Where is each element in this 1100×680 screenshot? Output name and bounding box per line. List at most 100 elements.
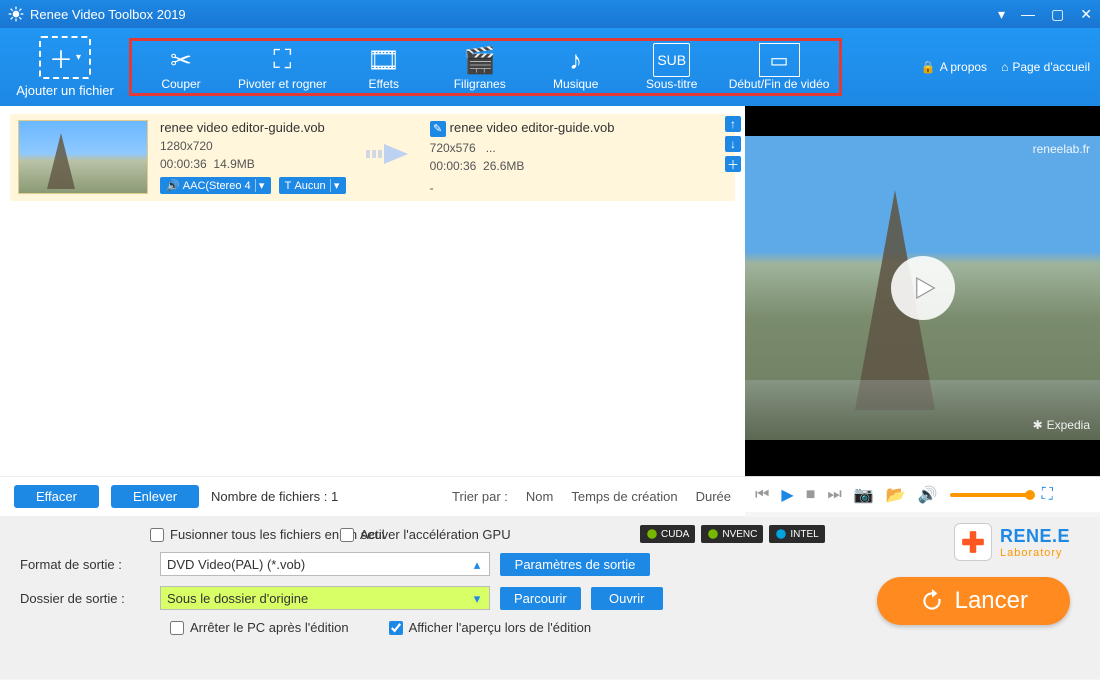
tool-subtitle[interactable]: SUBSous-titre bbox=[633, 43, 711, 91]
tool-effects[interactable]: 🎞Effets bbox=[345, 43, 423, 91]
show-preview-label: Afficher l'aperçu lors de l'édition bbox=[409, 620, 592, 635]
window-maximize-icon[interactable]: ▢ bbox=[1051, 6, 1064, 23]
crop-icon: ⛶ bbox=[273, 43, 291, 77]
player-next-button[interactable]: ⏭ bbox=[827, 486, 841, 504]
watermark-bottom: ✱Expedia bbox=[1033, 418, 1090, 432]
intro-icon: ▭ bbox=[759, 43, 800, 77]
subtitle-icon: SUB bbox=[653, 43, 690, 77]
tool-rotate-crop[interactable]: ⛶Pivoter et rogner bbox=[238, 43, 327, 91]
preview-pane: reneelab.fr ✱Expedia bbox=[745, 106, 1100, 476]
audio-track-dropdown[interactable]: 🔊 AAC(Stereo 4▾ bbox=[160, 177, 271, 194]
brand-logo: RENE.E Laboratory bbox=[954, 523, 1070, 561]
music-note-icon: ♪ bbox=[569, 43, 582, 77]
sort-duration[interactable]: Durée bbox=[696, 489, 731, 504]
move-up-button[interactable]: ↑ bbox=[725, 116, 741, 132]
tool-intro-outro[interactable]: ▭Début/Fin de vidéo bbox=[729, 43, 830, 91]
player-stop-button[interactable]: ■ bbox=[806, 486, 816, 504]
gpu-checkbox[interactable] bbox=[340, 528, 354, 542]
output-resolution: 720x576 ... bbox=[430, 141, 615, 155]
badge-nvenc: NVENC bbox=[701, 525, 763, 543]
add-file-label: Ajouter un fichier bbox=[16, 83, 114, 98]
film-icon: 🎞 bbox=[367, 43, 400, 77]
remove-button[interactable]: Enlever bbox=[111, 485, 199, 508]
home-icon: ⌂ bbox=[1001, 60, 1008, 74]
merge-checkbox[interactable] bbox=[150, 528, 164, 542]
chevron-up-icon[interactable]: ▴ bbox=[469, 557, 485, 573]
launch-button[interactable]: Lancer bbox=[877, 577, 1070, 625]
player-prev-button[interactable]: ⏮ bbox=[755, 486, 769, 504]
browse-button[interactable]: Parcourir bbox=[500, 587, 581, 610]
clear-button[interactable]: Effacer bbox=[14, 485, 99, 508]
tool-watermarks[interactable]: 🎬Filigranes bbox=[441, 43, 519, 91]
file-thumbnail bbox=[18, 120, 148, 194]
shutdown-checkbox[interactable] bbox=[170, 621, 184, 635]
open-button[interactable]: Ouvrir bbox=[591, 587, 663, 610]
chevron-down-icon: ▾ bbox=[330, 179, 340, 192]
add-clip-button[interactable]: ＋ bbox=[725, 156, 741, 172]
file-list: renee video editor-guide.vob 1280x720 00… bbox=[0, 106, 745, 476]
shutdown-label: Arrêter le PC après l'édition bbox=[190, 620, 349, 635]
file-count-label: Nombre de fichiers : 1 bbox=[211, 489, 338, 504]
output-settings-button[interactable]: Paramètres de sortie bbox=[500, 553, 650, 576]
intel-icon bbox=[775, 528, 787, 540]
volume-icon[interactable]: 🔊 bbox=[918, 485, 938, 505]
settings-panel: Fusionner tous les fichiers en un seul A… bbox=[0, 517, 1100, 679]
add-file-icon: ＋▾ bbox=[39, 36, 91, 79]
player-play-button[interactable]: ▶ bbox=[781, 485, 793, 505]
app-title: Renee Video Toolbox 2019 bbox=[30, 7, 998, 22]
sort-name[interactable]: Nom bbox=[526, 489, 553, 504]
fullscreen-button[interactable]: ⛶ bbox=[1042, 486, 1053, 504]
text-icon: T bbox=[285, 180, 292, 192]
volume-slider[interactable] bbox=[950, 493, 1030, 497]
open-folder-button[interactable]: 📂 bbox=[886, 485, 906, 505]
output-folder-combo[interactable]: Sous le dossier d'origine▾ bbox=[160, 586, 490, 610]
window-menu-icon[interactable]: ▾ bbox=[998, 6, 1005, 23]
badge-intel: INTEL bbox=[769, 525, 824, 543]
show-preview-checkbox[interactable] bbox=[389, 621, 403, 635]
snapshot-button[interactable]: 📷 bbox=[854, 485, 874, 505]
move-down-button[interactable]: ↓ bbox=[725, 136, 741, 152]
output-format-label: Format de sortie : bbox=[20, 557, 150, 572]
refresh-icon bbox=[919, 588, 945, 614]
brand-icon bbox=[954, 523, 992, 561]
reel-icon: 🎬 bbox=[464, 43, 496, 77]
about-link[interactable]: 🔒A propos bbox=[921, 60, 987, 74]
sort-time[interactable]: Temps de création bbox=[571, 489, 677, 504]
output-duration-size: 00:00:36 26.6MB bbox=[430, 159, 615, 173]
input-filename: renee video editor-guide.vob bbox=[160, 120, 346, 135]
file-row[interactable]: renee video editor-guide.vob 1280x720 00… bbox=[10, 114, 735, 201]
gpu-badges: CUDA NVENC INTEL bbox=[640, 525, 825, 543]
speaker-icon: 🔊 bbox=[166, 179, 180, 192]
text-track-dropdown[interactable]: T Aucun▾ bbox=[279, 177, 346, 194]
window-close-icon[interactable]: ✕ bbox=[1080, 6, 1092, 23]
arrow-icon bbox=[358, 120, 418, 171]
add-file-button[interactable]: ＋▾ Ajouter un fichier bbox=[10, 36, 120, 98]
lock-icon: 🔒 bbox=[921, 60, 936, 74]
input-duration-size: 00:00:36 14.9MB bbox=[160, 157, 346, 171]
watermark-top: reneelab.fr bbox=[1033, 142, 1090, 156]
nvidia-icon bbox=[646, 528, 658, 540]
edit-icon[interactable]: ✎ bbox=[430, 121, 446, 137]
brand-subtitle: Laboratory bbox=[1000, 547, 1070, 559]
player-controls: ⏮ ▶ ■ ⏭ 📷 📂 🔊 ⛶ bbox=[745, 476, 1100, 512]
home-link[interactable]: ⌂Page d'accueil bbox=[1001, 60, 1090, 74]
output-format-combo[interactable]: DVD Video(PAL) (*.vob)▴ bbox=[160, 552, 490, 576]
tool-cut[interactable]: ✂Couper bbox=[142, 43, 220, 91]
launch-label: Lancer bbox=[955, 587, 1028, 615]
scissors-icon: ✂ bbox=[170, 43, 192, 77]
preview-play-button[interactable] bbox=[891, 256, 955, 320]
app-logo-icon bbox=[8, 6, 24, 22]
chevron-down-icon: ▾ bbox=[255, 179, 265, 192]
output-folder-label: Dossier de sortie : bbox=[20, 591, 150, 606]
title-bar: Renee Video Toolbox 2019 ▾ — ▢ ✕ bbox=[0, 0, 1100, 28]
input-resolution: 1280x720 bbox=[160, 139, 346, 153]
list-controls: Effacer Enlever Nombre de fichiers : 1 T… bbox=[0, 476, 745, 517]
output-filename: ✎renee video editor-guide.vob bbox=[430, 120, 615, 137]
chevron-down-icon[interactable]: ▾ bbox=[469, 591, 485, 607]
ribbon-tools-group: ✂Couper ⛶Pivoter et rogner 🎞Effets 🎬Fili… bbox=[130, 39, 841, 95]
preview-video[interactable]: reneelab.fr ✱Expedia bbox=[745, 136, 1100, 440]
window-minimize-icon[interactable]: — bbox=[1021, 6, 1035, 23]
tool-music[interactable]: ♪Musique bbox=[537, 43, 615, 91]
badge-cuda: CUDA bbox=[640, 525, 695, 543]
output-dash: - bbox=[430, 181, 615, 195]
